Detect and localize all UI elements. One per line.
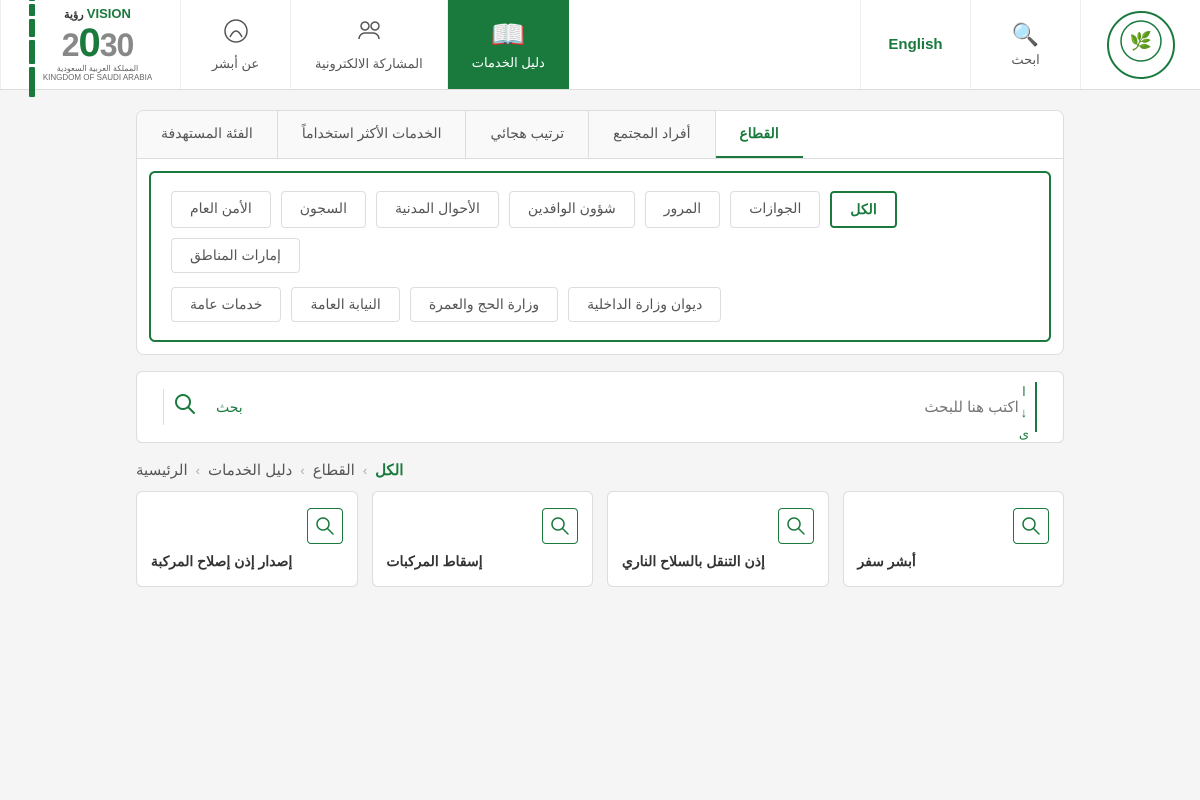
musharaka-icon	[355, 17, 383, 52]
subtag-expats[interactable]: شؤون الوافدين	[509, 191, 635, 228]
vision-sub-text: المملكة العربية السعوديةKINGDOM OF SAUDI…	[43, 65, 152, 83]
subtag-passports[interactable]: الجوازات	[730, 191, 820, 228]
breadcrumb-daleel[interactable]: دليل الخدمات	[208, 461, 292, 479]
vision-number: 2030	[43, 21, 152, 65]
header-search-button[interactable]: 🔍 ابحث	[970, 0, 1080, 89]
search-input[interactable]	[243, 399, 1019, 416]
logo-icon: 🌿	[1119, 19, 1163, 70]
svg-text:🌿: 🌿	[1129, 30, 1151, 51]
top-tabs: القطاع أفراد المجتمع ترتيب هجائي الخدمات…	[137, 111, 1063, 159]
breadcrumb: الكل › القطاع › دليل الخدمات › الرئيسية	[136, 461, 1064, 479]
service-cards-grid: أبشر سفر إذن التنقل بالسلاح الناري إسقاط…	[136, 491, 1064, 587]
search-button-label[interactable]: بحث	[216, 399, 243, 416]
subtag-security[interactable]: الأمن العام	[171, 191, 271, 228]
service-card-4[interactable]: إصدار إذن إصلاح المركبة	[136, 491, 358, 587]
card-title-4: إصدار إذن إصلاح المركبة	[151, 552, 292, 572]
search-button[interactable]	[163, 389, 206, 425]
card-title-2: إذن التنقل بالسلاح الناري	[622, 552, 765, 572]
nav-item-absher[interactable]: عن أبشر	[180, 0, 290, 89]
tab-alphabetical[interactable]: ترتيب هجائي	[466, 111, 589, 158]
card-title-1: أبشر سفر	[858, 552, 916, 572]
logo-container: 🌿	[1080, 0, 1200, 89]
search-bar: ا ↓ ى بحث	[136, 371, 1064, 443]
breadcrumb-sep2: ›	[300, 463, 304, 478]
card-icon-4	[307, 508, 343, 544]
search-icon: 🔍	[1012, 22, 1039, 48]
subtag-civil[interactable]: الأحوال المدنية	[376, 191, 499, 228]
search-magnifier-icon	[174, 398, 196, 420]
service-card-2[interactable]: إذن التنقل بالسلاح الناري	[607, 491, 829, 587]
breadcrumb-home[interactable]: الرئيسية	[136, 461, 188, 479]
breadcrumb-sep1: ›	[196, 463, 200, 478]
daleel-label: دليل الخدمات	[472, 55, 545, 71]
service-card-3[interactable]: إسقاط المركبات	[372, 491, 594, 587]
tab-most-used[interactable]: الخدمات الأكثر استخداماً	[278, 111, 467, 158]
tab-sector[interactable]: القطاع	[716, 111, 803, 158]
service-card-1[interactable]: أبشر سفر	[843, 491, 1065, 587]
language-label: English	[888, 36, 942, 53]
card-title-3: إسقاط المركبات	[387, 552, 483, 572]
search-deco: ا ↓ ى	[1019, 382, 1037, 432]
nav-item-musharaka[interactable]: المشاركة الالكترونية	[290, 0, 447, 89]
subtag-all[interactable]: الكل	[830, 191, 897, 228]
breadcrumb-sep3: ›	[363, 463, 367, 478]
subtag-general[interactable]: خدمات عامة	[171, 287, 281, 322]
filter-section: القطاع أفراد المجتمع ترتيب هجائي الخدمات…	[136, 110, 1064, 355]
subtag-traffic[interactable]: المرور	[645, 191, 721, 228]
breadcrumb-current: الكل	[375, 461, 403, 479]
site-header: 🌿 🔍 ابحث English 📖 دليل الخدمات المش	[0, 0, 1200, 90]
main-nav: 📖 دليل الخدمات المشاركة الالكترونية عن أ…	[180, 0, 860, 89]
subtag-emirates[interactable]: إمارات المناطق	[171, 238, 300, 273]
tab-target[interactable]: الفئة المستهدفة	[137, 111, 278, 158]
subtag-interior[interactable]: ديوان وزارة الداخلية	[568, 287, 721, 322]
language-switch-button[interactable]: English	[860, 0, 970, 89]
search-label: ابحث	[1011, 52, 1039, 68]
nav-item-daleel[interactable]: 📖 دليل الخدمات	[447, 0, 569, 89]
subtag-hajj[interactable]: وزارة الحج والعمرة	[410, 287, 558, 322]
sub-tags-container: الكل الجوازات المرور شؤون الوافدين الأحو…	[149, 171, 1051, 342]
absher-label: عن أبشر	[212, 56, 259, 72]
breadcrumb-sector[interactable]: القطاع	[313, 461, 355, 479]
card-icon-3	[542, 508, 578, 544]
card-icon-1	[1013, 508, 1049, 544]
main-content: القطاع أفراد المجتمع ترتيب هجائي الخدمات…	[120, 110, 1080, 587]
vision-top-text: VISION رؤية	[43, 7, 152, 21]
card-icon-2	[778, 508, 814, 544]
vision-logo: VISION رؤية 2030 المملكة العربية السعودي…	[0, 0, 180, 89]
subtag-prosecution[interactable]: النيابة العامة	[291, 287, 399, 322]
absher-icon	[222, 17, 250, 52]
daleel-icon: 📖	[491, 18, 526, 51]
subtag-prison[interactable]: السجون	[281, 191, 366, 228]
logo-emblem: 🌿	[1107, 11, 1175, 79]
tab-society[interactable]: أفراد المجتمع	[589, 111, 715, 158]
musharaka-label: المشاركة الالكترونية	[315, 56, 423, 72]
